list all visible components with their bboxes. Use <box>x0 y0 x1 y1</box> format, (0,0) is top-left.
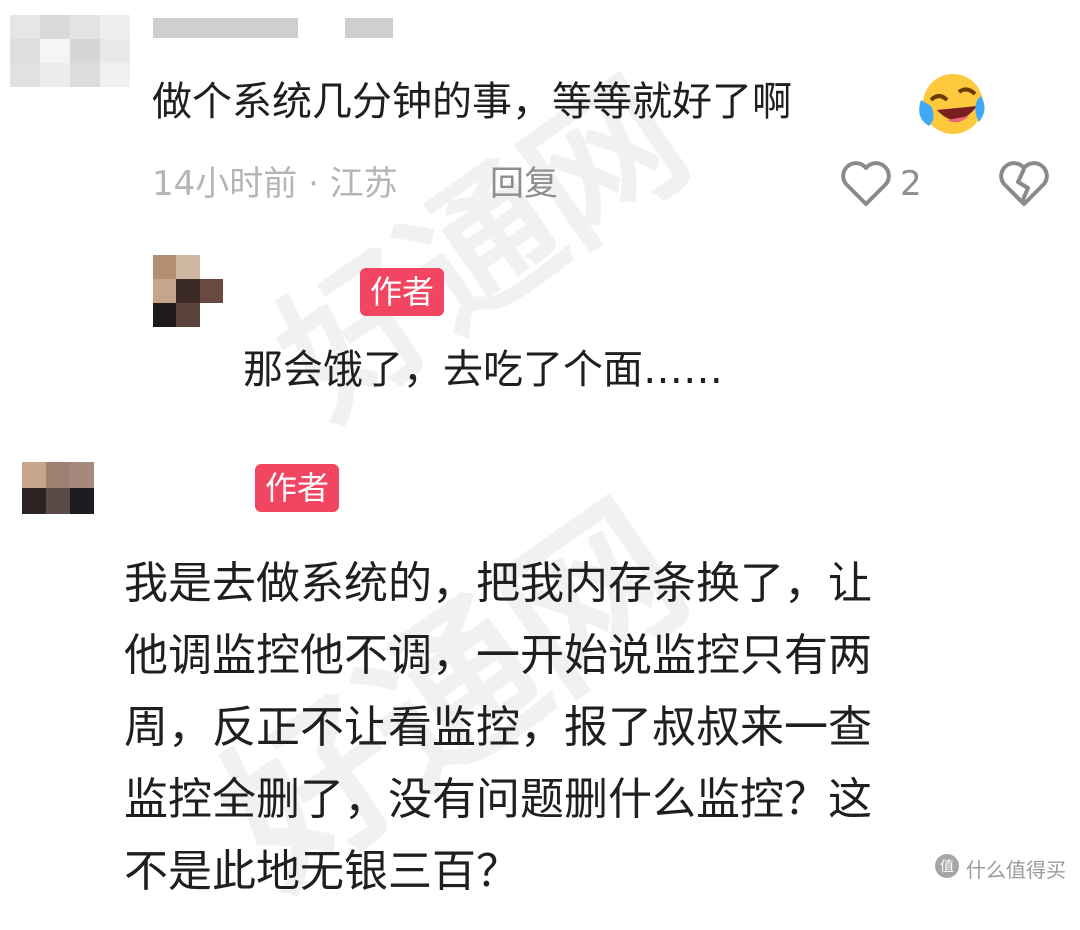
author-badge: 作者 <box>360 268 445 316</box>
comment-text: 做个系统几分钟的事，等等就好了啊 <box>152 79 792 125</box>
broken-heart-icon[interactable] <box>998 160 1050 208</box>
comment-text: 那会饿了，去吃了个面…… <box>243 347 723 393</box>
comment-line: 我是去做系统的，把我内存条换了，让 <box>124 558 872 609</box>
comment-line: 监控全删了，没有问题删什么监控？这 <box>124 774 872 825</box>
svg-text:值: 值 <box>940 859 954 875</box>
laughing-crying-face-icon <box>917 70 987 138</box>
heart-icon[interactable] <box>840 160 892 208</box>
username-redacted[interactable] <box>153 18 298 38</box>
comment-line: 周，反正不让看监控，报了叔叔来一查 <box>124 702 872 753</box>
smzdm-logo-icon: 值 <box>934 853 960 883</box>
reply-button[interactable]: 回复 <box>490 166 558 202</box>
avatar[interactable] <box>153 255 223 327</box>
comment-line: 不是此地无银三百？ <box>124 846 520 897</box>
comment-meta: 14小时前 · 江苏 <box>152 164 398 204</box>
author-badge: 作者 <box>255 464 340 512</box>
username-redacted <box>345 18 393 38</box>
comment-text: 我是去做系统的，把我内存条换了，让 他调监控他不调，一开始说监控只有两 周，反正… <box>124 548 1054 908</box>
brand-watermark: 值 什么值得买 <box>934 853 1066 883</box>
avatar[interactable] <box>10 15 130 87</box>
brand-text: 什么值得买 <box>966 857 1066 882</box>
avatar[interactable] <box>22 462 94 514</box>
comment-line: 他调监控他不调，一开始说监控只有两 <box>124 630 872 681</box>
like-count: 2 <box>900 164 922 204</box>
